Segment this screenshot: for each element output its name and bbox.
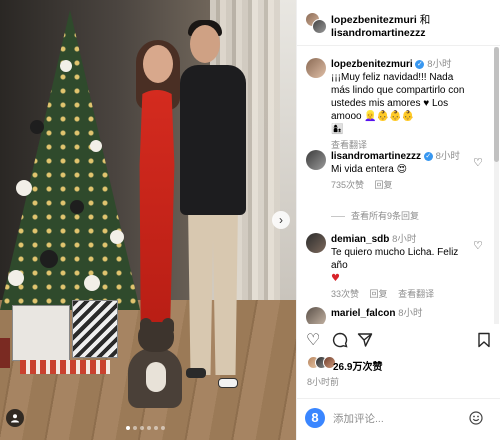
comment-username[interactable]: mariel_falcon [331,308,395,319]
comments-scrollbar[interactable] [494,47,499,324]
comment-likes[interactable]: 33次赞 [331,289,359,299]
comment-username[interactable]: demian_sdb [331,234,389,245]
author-username[interactable]: lopezbenitezmuri [331,14,417,26]
tagged-users-button[interactable] [6,409,24,427]
post-side-panel: lopezbenitezmuri 和 lisandromartinezzz lo… [296,0,500,440]
man-jacket [180,65,246,215]
carousel-dot [133,426,137,430]
heart-outline-icon[interactable]: ♡ [306,332,324,350]
comment-emojis: 👱‍♀️👶👶👶 [364,111,415,122]
avatar[interactable] [306,233,326,253]
carousel-dot [147,426,151,430]
carousel-indicator [126,426,165,430]
collab-avatars[interactable] [305,12,327,34]
christmas-tree [0,0,150,330]
comment-time[interactable]: 8小时 [427,59,451,70]
verified-badge-icon: ✓ [415,59,425,69]
carousel-dot [154,426,158,430]
scrollbar-thumb[interactable] [494,47,499,162]
heart-outline-icon[interactable]: ♡ [473,156,483,169]
gift-box [20,360,110,374]
emoji-picker-icon[interactable] [469,411,485,427]
comment-username[interactable]: lopezbenitezmuri [331,59,413,70]
post-photo[interactable]: › [0,0,296,440]
dog [118,318,190,418]
comment-input[interactable] [333,409,453,429]
comment-time[interactable]: 8小时 [392,234,416,245]
post-timestamp[interactable]: 8小时前 [307,375,339,388]
man-face [190,25,220,63]
avatar[interactable] [306,307,326,324]
comment-username[interactable]: lisandromartinezzz [331,151,421,162]
avatar [312,19,327,34]
comment-time[interactable]: 8小时 [436,151,460,162]
author-joiner: 和 [419,14,431,26]
view-replies-link[interactable]: 查看所有9条回复 [331,209,419,222]
carousel-dot [140,426,144,430]
woman-face [143,45,173,83]
send-icon[interactable] [357,332,375,350]
bookmark-icon[interactable] [477,332,495,350]
translate-link[interactable]: 查看翻译 [331,140,367,150]
comment-emoji: ♥ [331,273,340,284]
comment-emoji: 😍 [396,164,408,175]
reply-link[interactable]: 回复 [370,289,388,299]
comment-likes[interactable]: 735次赞 [331,180,364,190]
avatar[interactable] [306,150,326,170]
shoe [218,378,238,388]
reply-link[interactable]: 回复 [375,180,393,190]
avatar[interactable] [306,58,326,78]
person-icon [11,414,19,423]
comment-composer: 8 [297,398,500,440]
comment-icon[interactable] [332,332,350,350]
likes-count[interactable]: 26.9万次赞 [333,358,382,373]
translate-link[interactable]: 查看翻译 [398,289,434,299]
post-authors: lopezbenitezmuri 和 lisandromartinezzz [331,14,497,40]
comment-text: Mi vida entera [331,164,394,175]
chevron-right-icon: › [279,213,283,227]
carousel-dot [161,426,165,430]
comments-list[interactable]: lopezbenitezmuri ✓ 8小时 ¡¡¡Muy feliz navi… [297,47,493,324]
heart-outline-icon[interactable]: ♡ [473,239,483,252]
post-header: lopezbenitezmuri 和 lisandromartinezzz [297,0,500,46]
carousel-next-button[interactable]: › [272,211,290,229]
gift-box [12,305,70,361]
action-bar: ♡ [297,328,500,356]
comment-text: Te quiero mucho Licha. Feliz año [331,247,459,271]
author-username[interactable]: lisandromartinezzz [331,27,426,39]
divider [331,216,345,218]
comment-time[interactable]: 8小时 [398,308,422,319]
comment-emoji: 👩‍👦 [331,124,344,135]
carousel-dot [126,426,130,430]
gift-box [72,300,118,358]
verified-badge-icon: ✓ [423,151,433,161]
user-avatar[interactable]: 8 [305,408,325,428]
gift-box [0,338,10,368]
